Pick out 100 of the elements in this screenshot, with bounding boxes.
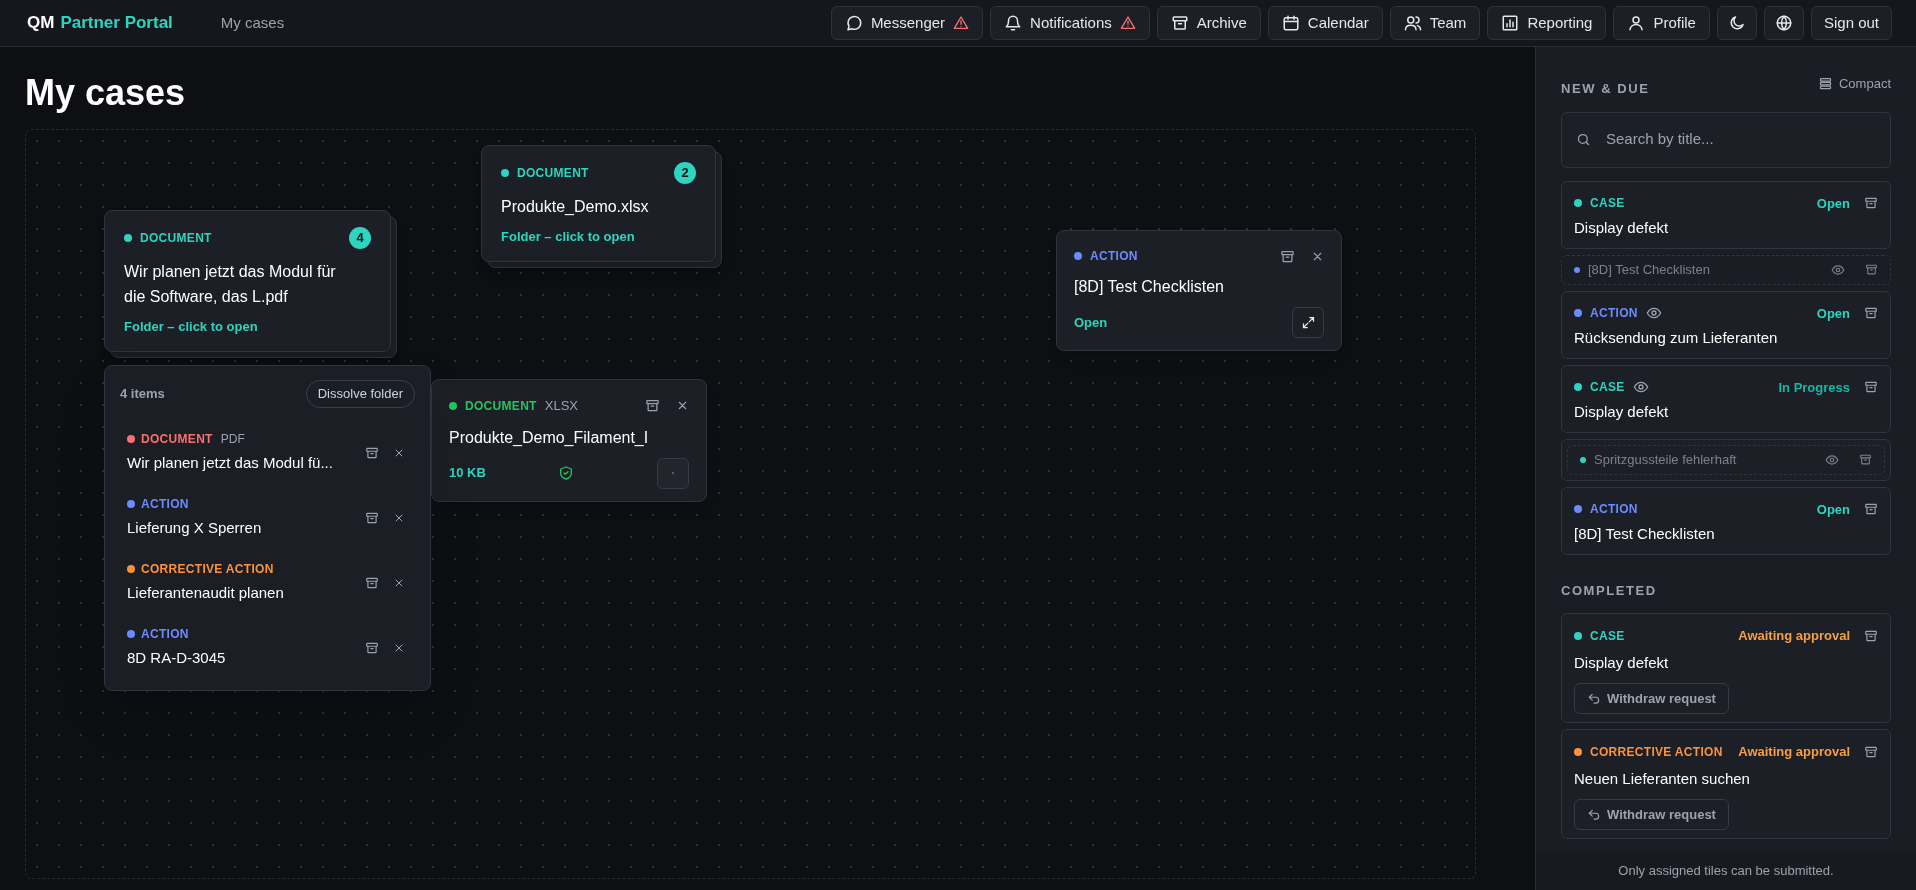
archive-icon (365, 640, 379, 655)
type-label: CASE (1590, 627, 1625, 645)
open-folder-link[interactable]: Folder – click to open (124, 317, 371, 337)
type-label: ACTION (141, 626, 189, 644)
nav-button[interactable]: Notifications (990, 6, 1150, 40)
count-badge: 4 (349, 227, 371, 249)
case-tile[interactable]: CASE Open Display defekt (1561, 180, 1891, 249)
case-tile[interactable]: ACTION Open Rücksendung zum Lieferanten (1561, 290, 1891, 359)
archive-icon (645, 398, 660, 414)
type-label: DOCUMENT (465, 397, 537, 415)
nav-button[interactable]: Archive (1156, 6, 1261, 40)
expand-icon (1300, 315, 1316, 330)
section-heading: COMPLETED (1561, 581, 1658, 600)
compact-tile[interactable]: Spritzgussteile fehlerhaft (1567, 444, 1885, 475)
file-size: 10 KB (449, 464, 486, 483)
brand-prefix: QM (27, 12, 55, 35)
breadcrumb-link[interactable]: My cases (220, 11, 285, 35)
tile-title: Rücksendung zum Lieferanten (1574, 328, 1779, 348)
archive-icon (1859, 453, 1872, 466)
document-tile[interactable]: DOCUMENT XLSX Produkte_Demo_Filament_I 10 KB (431, 379, 707, 502)
type-label: ACTION (141, 496, 189, 514)
bell-icon (1004, 14, 1023, 32)
item-title: Lieferantenaudit planen (127, 583, 285, 604)
tile-title: Wir planen jetzt das Modul für die Software, das L.pdf (124, 262, 337, 307)
status-text: Awaiting approval (1738, 743, 1850, 761)
folder-item[interactable]: ACTION 8D RA-D-3045 (120, 615, 415, 680)
tile-title: [8D] Test Checklisten (1574, 524, 1716, 544)
type-label: ACTION (1090, 248, 1138, 265)
tile-title: Display defekt (1574, 402, 1670, 422)
tile-title: Display defekt (1574, 218, 1670, 238)
item-title: 8D RA-D-3045 (127, 648, 227, 669)
nav-button[interactable]: Messenger (830, 6, 984, 40)
folder-item[interactable]: DOCUMENT PDF Wir planen jetzt das Modul fü... (120, 420, 415, 485)
folder-tile[interactable]: DOCUMENT 4 Wir planen jetzt das Modul für die Software, das L.pdf Folder – click to open (104, 210, 391, 352)
shield-check-icon (557, 465, 574, 481)
status-text: Open (1074, 313, 1108, 332)
tile-title: Produkte_Demo.xlsx (501, 197, 650, 217)
file-extension: XLSX (544, 397, 578, 415)
item-title: Wir planen jetzt das Modul fü... (127, 453, 334, 474)
archive-icon (1864, 628, 1878, 643)
type-label: CORRECTIVE ACTION (141, 561, 274, 579)
section-heading: NEW & DUE (1561, 80, 1650, 98)
type-label: DOCUMENT (140, 230, 212, 247)
status-text: Open (1816, 500, 1850, 519)
archive-icon (1864, 744, 1878, 759)
archive-icon (365, 445, 379, 460)
archive-icon (1864, 306, 1878, 321)
tile-title: Display defekt (1574, 652, 1670, 673)
globe-icon (1774, 14, 1793, 32)
folder-tile[interactable]: DOCUMENT 2 Produkte_Demo.xlsx Folder – click to open (481, 145, 716, 262)
case-tile[interactable]: ACTION Open [8D] Test Checklisten (1561, 486, 1891, 555)
bar-chart-icon (1501, 14, 1520, 32)
case-tile[interactable]: CASE In Progress Display defekt (1561, 364, 1891, 433)
archive-icon (1864, 502, 1878, 517)
item-title: Lieferung X Sperren (127, 518, 263, 539)
expand-button[interactable] (1292, 307, 1324, 338)
folder-item[interactable]: CORRECTIVE ACTION Lieferantenaudit planen (120, 550, 415, 615)
archive-icon (1280, 248, 1295, 264)
theme-toggle-button[interactable] (1716, 6, 1757, 40)
calendar-icon (1281, 14, 1300, 32)
status-text: Awaiting approval (1738, 627, 1850, 645)
sign-out-button[interactable]: Sign out (1810, 6, 1892, 40)
open-folder-link[interactable]: Folder – click to open (501, 227, 696, 247)
case-tile[interactable]: CORRECTIVE ACTION Awaiting approval Neuen Lieferanten suchen Withdraw request (1561, 729, 1891, 839)
nav-button[interactable]: Team (1389, 6, 1481, 40)
status-text: In Progress (1778, 378, 1850, 397)
tile-title: Spritzgussteile fehlerhaft (1594, 450, 1738, 469)
search-input[interactable]: Search by title... (1606, 128, 1876, 151)
type-label: CASE (1590, 379, 1625, 397)
withdraw-button[interactable]: Withdraw request (1574, 799, 1729, 830)
compact-tile[interactable]: [8D] Test Checklisten (1561, 254, 1891, 285)
archive-icon (1864, 196, 1878, 211)
tile-title: Produkte_Demo_Filament_I (449, 427, 650, 448)
action-tile[interactable]: ACTION [8D] Test Checklisten Open (1056, 230, 1342, 351)
nav-button[interactable]: Reporting (1487, 6, 1607, 40)
nav-button[interactable]: Profile (1613, 6, 1710, 40)
tile-title: [8D] Test Checklisten (1074, 277, 1225, 297)
count-badge: 2 (674, 162, 696, 184)
people-icon (1403, 14, 1422, 32)
rows-icon (1817, 76, 1833, 92)
archive-icon (1865, 263, 1878, 276)
type-label: ACTION (1590, 305, 1638, 323)
eye-icon (1831, 262, 1845, 277)
search-icon (1576, 132, 1591, 147)
type-label: DOCUMENT (141, 431, 213, 449)
archive-icon (1864, 380, 1878, 395)
case-tile[interactable]: CASE Awaiting approval Display defekt Withdraw request (1561, 613, 1891, 723)
language-button[interactable] (1763, 6, 1804, 40)
archive-icon (365, 510, 379, 525)
type-label: CORRECTIVE ACTION (1590, 743, 1723, 761)
tile-title: [8D] Test Checklisten (1588, 260, 1711, 279)
user-icon (1627, 14, 1646, 32)
compact-toggle[interactable]: Compact (1817, 74, 1891, 94)
archive-icon (1170, 14, 1189, 32)
search-field[interactable]: Search by title... (1561, 111, 1891, 168)
nav-button[interactable]: Calendar (1267, 6, 1383, 40)
undo-icon (1587, 691, 1601, 706)
withdraw-button[interactable]: Withdraw request (1574, 683, 1729, 714)
folder-item[interactable]: ACTION Lieferung X Sperren (120, 485, 415, 550)
eye-icon (1825, 452, 1839, 467)
